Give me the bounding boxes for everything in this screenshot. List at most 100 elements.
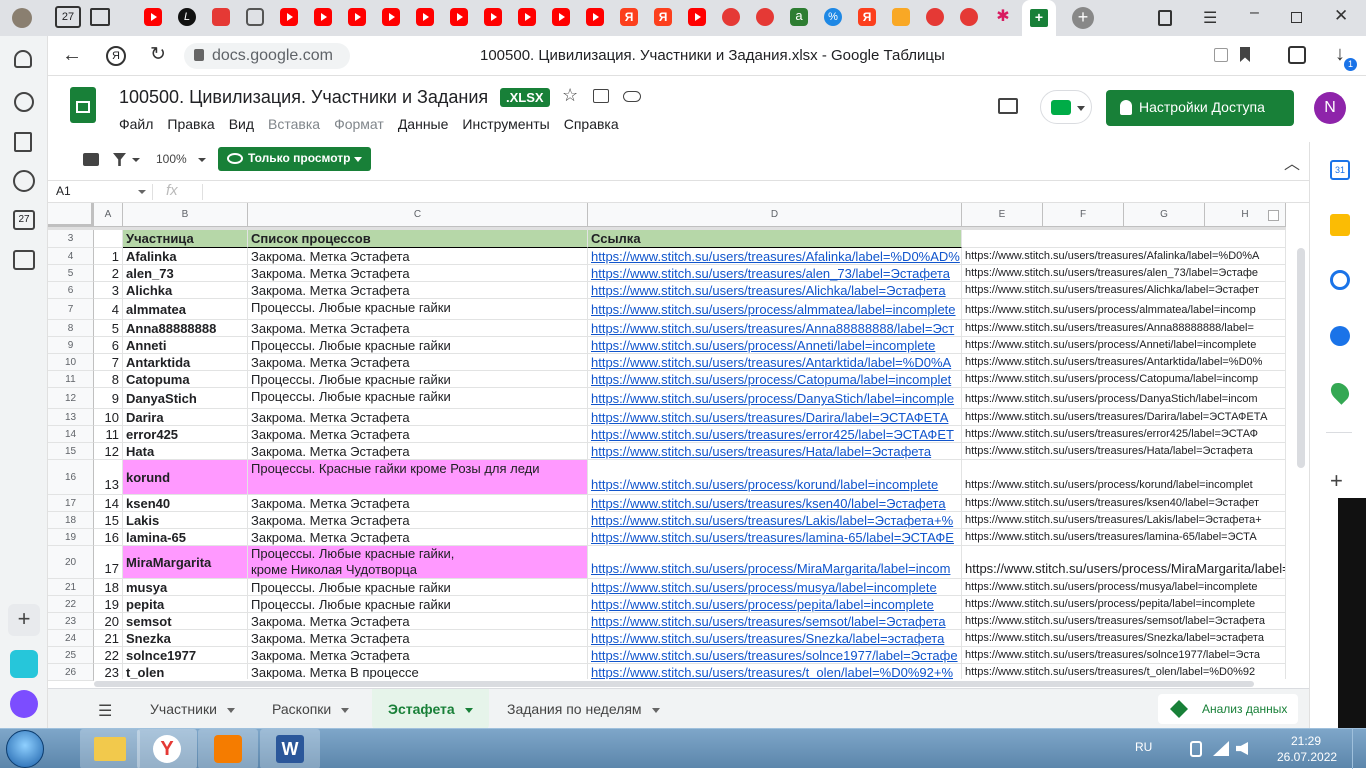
- new-tab-button[interactable]: +: [1072, 7, 1094, 29]
- participant-cell[interactable]: Darira: [123, 409, 248, 426]
- header-participant[interactable]: Участница: [123, 230, 248, 248]
- youtube-tab-icon[interactable]: [688, 8, 706, 26]
- add-addon-icon[interactable]: +: [1330, 468, 1343, 494]
- tray-icon[interactable]: [1190, 741, 1202, 757]
- row-index-cell[interactable]: 20: [94, 613, 123, 630]
- calendar-icon[interactable]: 31: [1330, 160, 1350, 180]
- process-cell[interactable]: Процессы. Любые красные гайки: [248, 388, 588, 409]
- header-link[interactable]: Ссылка: [588, 230, 962, 248]
- url-text-cell[interactable]: https://www.stitch.su/users/treasures/Al…: [962, 282, 1286, 299]
- process-cell[interactable]: Закрома. Метка Эстафета: [248, 630, 588, 647]
- column-header-g[interactable]: G: [1124, 203, 1205, 227]
- link-cell[interactable]: https://www.stitch.su/users/process/koru…: [588, 460, 962, 495]
- name-box[interactable]: A1: [56, 184, 71, 198]
- youtube-tab-icon[interactable]: [416, 8, 434, 26]
- menu-format[interactable]: Формат: [334, 116, 384, 132]
- link-cell[interactable]: https://www.stitch.su/users/process/almm…: [588, 299, 962, 320]
- link-cell[interactable]: https://www.stitch.su/users/process/Anne…: [588, 337, 962, 354]
- youtube-tab-icon[interactable]: [518, 8, 536, 26]
- sheets-logo-icon[interactable]: [70, 87, 96, 123]
- close-icon[interactable]: ✕: [1334, 6, 1348, 26]
- youtube-tab-icon[interactable]: [586, 8, 604, 26]
- active-tab[interactable]: +: [1022, 0, 1056, 36]
- yandex-browser-taskbar-icon[interactable]: Y: [137, 729, 197, 769]
- participant-cell[interactable]: DanyaStich: [123, 388, 248, 409]
- youtube-tab-icon[interactable]: [314, 8, 332, 26]
- process-cell[interactable]: Закрома. Метка Эстафета: [248, 495, 588, 512]
- link-cell[interactable]: https://www.stitch.su/users/treasures/er…: [588, 426, 962, 443]
- link-cell[interactable]: https://www.stitch.su/users/process/Dany…: [588, 388, 962, 409]
- tabs-count-icon[interactable]: 27: [13, 210, 35, 230]
- row-index-cell[interactable]: 19: [94, 596, 123, 613]
- vertical-scrollbar[interactable]: [1294, 248, 1309, 688]
- print-icon[interactable]: [83, 153, 99, 166]
- url-text-cell[interactable]: https://www.stitch.su/users/process/pepi…: [962, 596, 1286, 613]
- menu-icon[interactable]: ☰: [1203, 8, 1217, 28]
- minimize-icon[interactable]: –: [1250, 4, 1259, 22]
- tab-participants[interactable]: Участники: [134, 689, 251, 729]
- yandex-tab-icon[interactable]: Я: [654, 8, 672, 26]
- process-cell[interactable]: Закрома. Метка Эстафета: [248, 426, 588, 443]
- slash-tab-icon[interactable]: [212, 8, 230, 26]
- row-header[interactable]: 26: [48, 664, 94, 681]
- link-cell[interactable]: https://www.stitch.su/users/process/pepi…: [588, 596, 962, 613]
- row-header[interactable]: 23: [48, 613, 94, 630]
- row-index-cell[interactable]: 4: [94, 299, 123, 320]
- row-index-cell[interactable]: 7: [94, 354, 123, 371]
- url-text-cell[interactable]: https://www.stitch.su/users/process/koru…: [962, 460, 1286, 495]
- star-icon[interactable]: ☆: [562, 85, 578, 106]
- link-cell[interactable]: https://www.stitch.su/users/treasures/ks…: [588, 495, 962, 512]
- restore-icon[interactable]: [1291, 12, 1302, 23]
- row-header[interactable]: 3: [48, 230, 94, 248]
- menu-edit[interactable]: Правка: [167, 116, 214, 132]
- participant-cell[interactable]: Hata: [123, 443, 248, 460]
- cell-a3[interactable]: [94, 230, 123, 248]
- participant-cell[interactable]: Lakis: [123, 512, 248, 529]
- back-icon[interactable]: ←: [62, 44, 82, 67]
- tab-excavations[interactable]: Раскопки: [256, 689, 365, 729]
- process-cell[interactable]: Закрома. Метка Эстафета: [248, 282, 588, 299]
- row-header[interactable]: 24: [48, 630, 94, 647]
- participant-cell[interactable]: Antarktida: [123, 354, 248, 371]
- link-cell[interactable]: https://www.stitch.su/users/treasures/Da…: [588, 409, 962, 426]
- explore-button[interactable]: Анализ данных: [1158, 694, 1298, 724]
- link-cell[interactable]: https://www.stitch.su/users/treasures/Sn…: [588, 630, 962, 647]
- view-only-button[interactable]: Только просмотр: [218, 147, 371, 171]
- row-index-cell[interactable]: 18: [94, 579, 123, 596]
- row-header[interactable]: 5: [48, 265, 94, 282]
- process-cell[interactable]: Закрома. Метка Эстафета: [248, 320, 588, 337]
- menu-insert[interactable]: Вставка: [268, 116, 320, 132]
- contacts-icon[interactable]: [1330, 326, 1350, 346]
- red-circle-tab-icon[interactable]: [960, 8, 978, 26]
- row-index-cell[interactable]: 9: [94, 388, 123, 409]
- menu-tools[interactable]: Инструменты: [462, 116, 549, 132]
- extensions-icon[interactable]: [1288, 46, 1306, 64]
- process-cell[interactable]: Закрома. Метка Эстафета: [248, 529, 588, 546]
- percent-tab-icon[interactable]: %: [824, 8, 842, 26]
- participant-cell[interactable]: ksen40: [123, 495, 248, 512]
- participant-cell[interactable]: korund: [123, 460, 248, 495]
- menu-view[interactable]: Вид: [229, 116, 254, 132]
- explorer-taskbar-icon[interactable]: [80, 729, 140, 769]
- column-header-a[interactable]: A: [94, 203, 123, 227]
- row-header[interactable]: 9: [48, 337, 94, 354]
- youtube-tab-icon[interactable]: [144, 8, 162, 26]
- process-cell[interactable]: Процессы. Любые красные гайки: [248, 337, 588, 354]
- participant-cell[interactable]: Catopuma: [123, 371, 248, 388]
- url-text-cell[interactable]: https://www.stitch.su/users/treasures/se…: [962, 613, 1286, 630]
- link-cell[interactable]: https://www.stitch.su/users/treasures/Af…: [588, 248, 962, 265]
- url-text-cell[interactable]: https://www.stitch.su/users/treasures/An…: [962, 354, 1286, 371]
- url-text-cell[interactable]: https://www.stitch.su/users/process/Anne…: [962, 337, 1286, 354]
- participant-cell[interactable]: semsot: [123, 613, 248, 630]
- process-cell[interactable]: Закрома. Метка Эстафета: [248, 409, 588, 426]
- row-index-cell[interactable]: 8: [94, 371, 123, 388]
- yandex-tab-icon[interactable]: Я: [620, 8, 638, 26]
- url-text-cell[interactable]: https://www.stitch.su/users/treasures/Ha…: [962, 443, 1286, 460]
- row-header[interactable]: 14: [48, 426, 94, 443]
- process-cell[interactable]: Закрома. Метка Эстафета: [248, 647, 588, 664]
- row-header[interactable]: 11: [48, 371, 94, 388]
- row-header[interactable]: 20: [48, 546, 94, 579]
- process-cell[interactable]: Процессы. Любые красные гайки, кроме Нико…: [248, 546, 588, 579]
- column-header-c[interactable]: C: [248, 203, 588, 227]
- row-index-cell[interactable]: 16: [94, 529, 123, 546]
